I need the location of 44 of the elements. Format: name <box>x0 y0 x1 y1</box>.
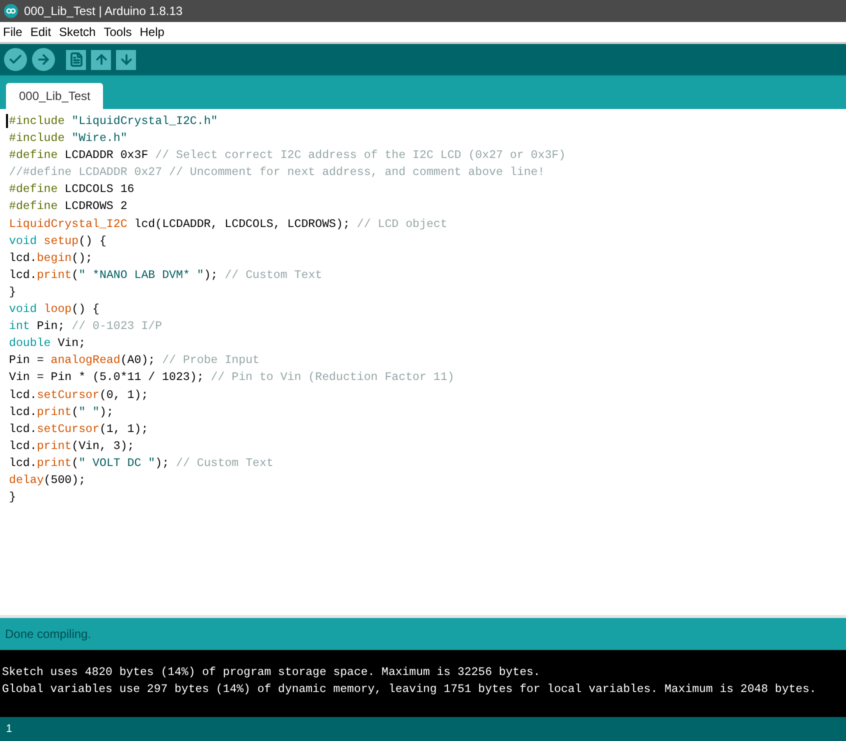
menu-item[interactable]: Help <box>140 25 164 39</box>
code-line: } <box>9 490 16 506</box>
code-line: Vin = Pin * (5.0*11 / 1023); // Pin to Vin (Reduction Factor 11) <box>9 370 454 386</box>
code-line: lcd.print(" VOLT DC "); // Custom Text <box>9 456 274 472</box>
open-button[interactable] <box>91 50 111 70</box>
new-button[interactable] <box>66 50 86 70</box>
menu-item[interactable]: Tools <box>104 25 132 39</box>
line-number: 1 <box>6 723 12 735</box>
arrow-right-icon <box>36 52 51 67</box>
menu-item[interactable]: Edit <box>30 25 52 39</box>
code-line: void loop() { <box>9 302 100 318</box>
status-message: Done compiling. <box>5 627 92 641</box>
upload-button[interactable] <box>32 48 55 71</box>
verify-button[interactable] <box>4 48 27 71</box>
code-line: #include "LiquidCrystal_I2C.h" <box>9 114 218 130</box>
code-line: #define LCDROWS 2 <box>9 199 128 216</box>
code-line: delay(500); <box>9 472 86 489</box>
code-line: lcd.print(Vin, 3); <box>9 438 134 455</box>
menu-item[interactable]: Sketch <box>59 25 96 39</box>
window-title: 000_Lib_Test | Arduino 1.8.13 <box>24 4 183 18</box>
code-line: #define LCDADDR 0x3F // Select correct I2C address of the I2C LCD (0x27 or 0x3F) <box>9 148 566 164</box>
tab[interactable]: 000_Lib_Test <box>6 83 104 109</box>
menu-item[interactable]: File <box>3 25 22 39</box>
code-line: lcd.setCursor(1, 1); <box>9 422 148 438</box>
code-line: void setup() { <box>9 234 106 250</box>
text-cursor <box>6 114 8 128</box>
code-line: #include "Wire.h" <box>9 131 128 148</box>
code-line: lcd.print(" "); <box>9 404 114 421</box>
code-line: int Pin; // 0-1023 I/P <box>9 319 162 336</box>
code-line: double Vin; <box>9 336 86 352</box>
code-line: lcd.setCursor(0, 1); <box>9 388 148 404</box>
code-line: //#define LCDADDR 0x27 // Uncomment for next address, and comment above line! <box>9 165 545 182</box>
console-line: Global variables use 297 bytes (14%) of dynamic memory, leaving 1751 bytes for local variables. Maximum is 2048 bytes. <box>2 682 818 698</box>
code-line: #define LCDCOLS 16 <box>9 182 134 198</box>
arrow-down-icon <box>118 52 134 67</box>
code-line: lcd.print(" *NANO LAB DVM* "); // Custom Text <box>9 268 322 284</box>
console-line: Sketch uses 4820 bytes (14%) of program storage space. Maximum is 32256 bytes. <box>2 665 542 681</box>
document-icon <box>68 52 84 67</box>
save-button[interactable] <box>116 50 136 70</box>
code-line: Pin = analogRead(A0); // Probe Input <box>9 353 260 370</box>
code-line: LiquidCrystal_I2C lcd(LCDADDR, LCDCOLS, LCDROWS); // LCD object <box>9 216 448 233</box>
app-logo-icon <box>4 4 18 18</box>
code-line: } <box>9 284 16 301</box>
code-line: lcd.begin(); <box>9 250 93 267</box>
